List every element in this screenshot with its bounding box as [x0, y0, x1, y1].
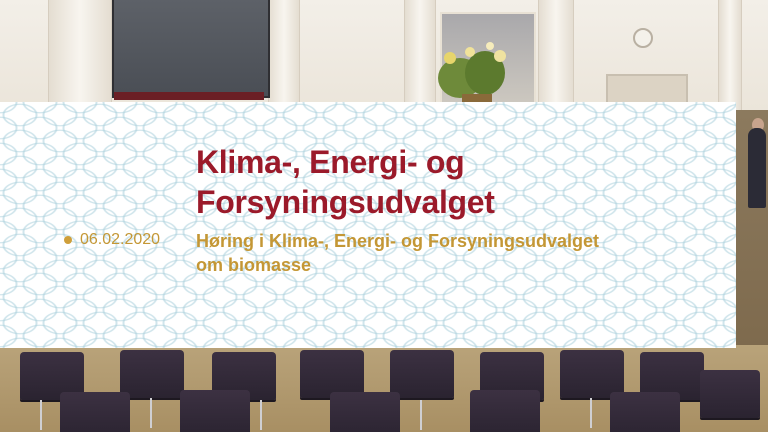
- lower-third-banner: Klima-, Energi- og Forsyningsudvalget 06…: [0, 102, 736, 348]
- screen-base: [114, 92, 264, 100]
- chair: [700, 370, 760, 418]
- chair: [60, 392, 130, 432]
- chair: [120, 350, 184, 398]
- date-text: 06.02.2020: [80, 231, 161, 248]
- wall-pillar: [48, 0, 112, 110]
- bullet-dot-icon: [64, 236, 72, 244]
- chair-leg: [260, 400, 262, 430]
- chair-leg: [590, 398, 592, 428]
- projection-screen: [112, 0, 270, 98]
- chair: [390, 350, 454, 398]
- hearing-subtitle: Høring i Klima-, Energi- og Forsyningsud…: [196, 229, 706, 277]
- subtitle-line-1: Høring i Klima-, Energi- og Forsyningsud…: [196, 231, 600, 251]
- chair-leg: [40, 400, 42, 430]
- wall-pillar: [538, 0, 574, 110]
- chair: [300, 350, 364, 398]
- chair: [560, 350, 624, 398]
- wall-pillar: [718, 0, 742, 110]
- clock-icon: [633, 28, 653, 48]
- chair: [610, 392, 680, 432]
- person: [748, 128, 766, 208]
- chair: [470, 390, 540, 432]
- subtitle-line-2: om biomasse: [196, 255, 312, 275]
- committee-title: Klima-, Energi- og Forsyningsudvalget: [196, 142, 716, 222]
- date-label: 06.02.2020: [64, 230, 160, 250]
- chair: [180, 390, 250, 432]
- chair: [330, 392, 400, 432]
- chair-leg: [420, 400, 422, 430]
- title-line-1: Klima-, Energi- og: [196, 144, 465, 180]
- plant-icon: [438, 42, 506, 108]
- wall-pillar: [268, 0, 300, 110]
- chair-leg: [150, 398, 152, 428]
- title-line-2: Forsyningsudvalget: [196, 184, 495, 220]
